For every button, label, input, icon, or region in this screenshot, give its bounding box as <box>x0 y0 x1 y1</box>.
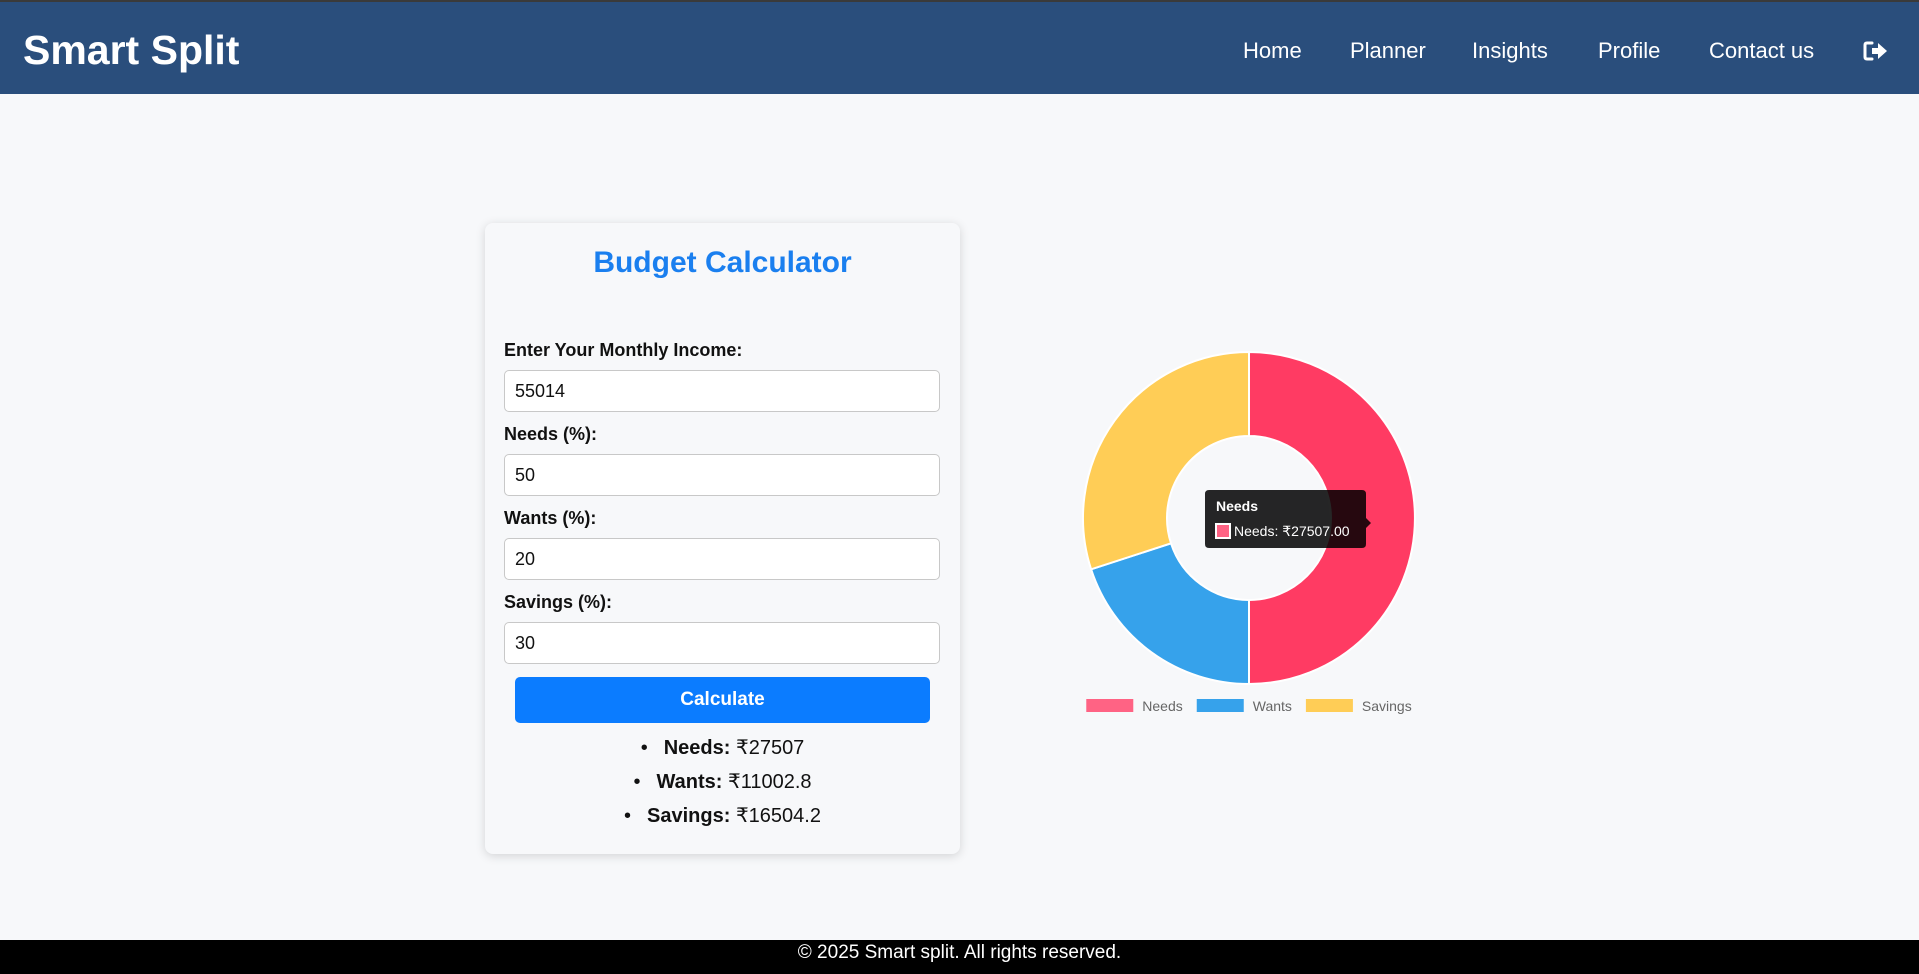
brand-logo[interactable]: Smart Split <box>23 26 239 74</box>
legend-swatch <box>1305 699 1353 712</box>
result-needs: • Needs: ₹27507 <box>485 731 960 765</box>
calculate-button[interactable]: Calculate <box>515 677 930 723</box>
result-wants: • Wants: ₹11002.8 <box>485 765 960 799</box>
bullet: • <box>640 737 648 759</box>
budget-calculator-card: Budget Calculator Enter Your Monthly Inc… <box>485 223 960 854</box>
legend-swatch <box>1196 699 1244 712</box>
footer: © 2025 Smart split. All rights reserved. <box>0 940 1919 974</box>
bullet: • <box>633 771 641 793</box>
chart-tooltip: Needs Needs: ₹27507.00 <box>1205 490 1371 548</box>
tooltip-text: Needs: ₹27507.00 <box>1234 523 1350 539</box>
result-value: ₹11002.8 <box>727 771 812 793</box>
nav-insights[interactable]: Insights <box>1472 36 1548 66</box>
bullet: • <box>624 805 632 827</box>
nav-planner[interactable]: Planner <box>1350 36 1426 66</box>
result-label: Wants: <box>656 771 723 793</box>
income-input[interactable] <box>504 370 940 412</box>
calculator-title: Budget Calculator <box>593 246 852 279</box>
copyright-text: © 2025 Smart split. All rights reserved. <box>797 942 1122 963</box>
savings-input[interactable] <box>504 622 940 664</box>
top-navbar: Smart Split Home Planner Insights Profil… <box>0 0 1919 94</box>
result-value: ₹16504.2 <box>735 805 821 827</box>
result-savings: • Savings: ₹16504.2 <box>485 799 960 833</box>
nav-home[interactable]: Home <box>1243 36 1302 66</box>
wants-input[interactable] <box>504 538 940 580</box>
savings-label: Savings (%): <box>504 592 613 612</box>
result-value: ₹27507 <box>735 737 805 759</box>
legend-label: Needs <box>1142 698 1182 714</box>
nav-profile[interactable]: Profile <box>1598 36 1660 66</box>
results-list: • Needs: ₹27507 • Wants: ₹11002.8 • Savings… <box>485 731 960 833</box>
income-label: Enter Your Monthly Income: <box>504 340 743 360</box>
budget-doughnut-chart: Needs Wants Savings Needs Needs: ₹27507.00 <box>1070 340 1430 720</box>
needs-input[interactable] <box>504 454 940 496</box>
nav-contact-us[interactable]: Contact us <box>1709 36 1814 66</box>
legend-swatch <box>1086 699 1134 712</box>
chart-svg: Needs Wants Savings Needs Needs: ₹27507.00 <box>1082 350 1416 714</box>
legend-item-savings[interactable]: Savings <box>1305 698 1412 714</box>
legend-label: Wants <box>1253 698 1292 714</box>
wants-label: Wants (%): <box>504 508 597 528</box>
result-label: Savings: <box>647 805 731 827</box>
legend-item-wants[interactable]: Wants <box>1196 698 1292 714</box>
legend-item-needs[interactable]: Needs <box>1086 698 1183 714</box>
tooltip-title: Needs <box>1216 498 1258 514</box>
tooltip-swatch <box>1215 523 1231 539</box>
result-label: Needs: <box>663 737 731 759</box>
needs-label: Needs (%): <box>504 424 598 444</box>
legend-label: Savings <box>1362 698 1412 714</box>
sign-out-icon[interactable] <box>1863 36 1889 66</box>
slice-wants[interactable] <box>1089 542 1250 686</box>
